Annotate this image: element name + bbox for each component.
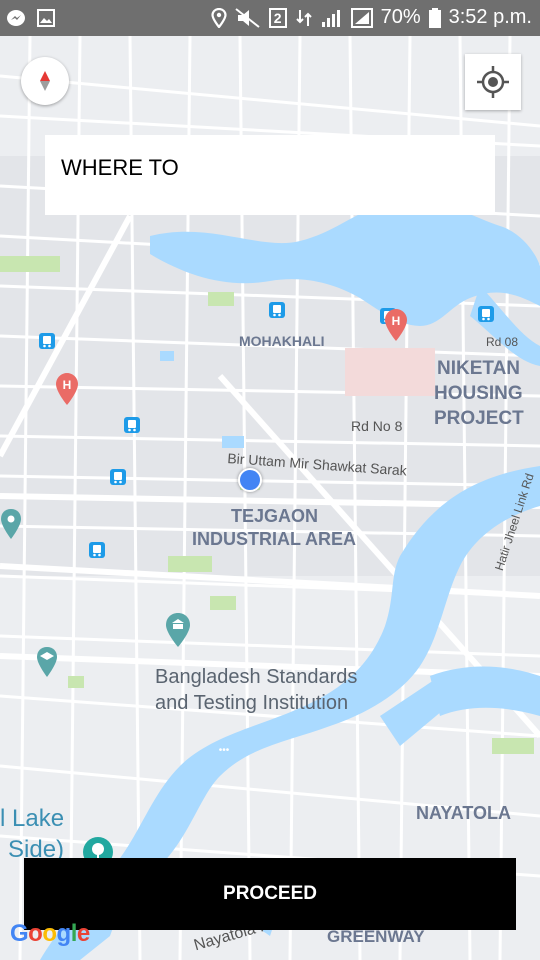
area-label-tejgaon-1: TEJGAON (231, 506, 319, 526)
svg-text:H: H (392, 314, 401, 328)
poi-label-bsti-2: and Testing Institution (155, 692, 349, 714)
location-status-icon (211, 7, 227, 28)
poi-label-bsti-1: Bangladesh Standards (155, 666, 358, 688)
area-label-niketan-1: NIKETAN (437, 358, 521, 379)
gallery-icon (37, 9, 55, 27)
my-location-button[interactable] (465, 54, 521, 110)
hospital-pin-icon[interactable]: H (384, 308, 408, 342)
area-label-niketan-3: PROJECT (434, 408, 524, 429)
area-label-tejgaon-2: INDUSTRIAL AREA (192, 529, 357, 549)
hospital-pin-icon[interactable]: H (55, 372, 79, 406)
mute-icon (235, 7, 260, 28)
institution-pin-icon[interactable] (165, 612, 191, 648)
signal-icon (321, 9, 340, 27)
bus-stop-icon[interactable] (110, 469, 126, 485)
where-to-search-box[interactable]: WHERE TO (45, 135, 495, 215)
water-label-lake-1: l Lake (0, 805, 65, 832)
current-location-dot (238, 468, 262, 492)
battery-percent: 70% (380, 6, 421, 28)
bus-stop-icon[interactable] (478, 306, 494, 322)
data-transfer-icon (295, 9, 312, 26)
messenger-icon (7, 10, 25, 26)
battery-icon (428, 7, 441, 28)
area-label-greenway: GREENWAY (327, 927, 425, 946)
place-pin-icon[interactable] (0, 508, 22, 540)
proceed-label: PROCEED (223, 883, 317, 904)
bus-stop-icon[interactable] (124, 417, 140, 433)
bus-stop-icon[interactable] (39, 333, 55, 349)
area-label-nayatola: NAYATOLA (416, 803, 512, 823)
bus-stop-icon[interactable] (269, 302, 285, 318)
school-pin-icon[interactable] (36, 646, 58, 678)
compass-button[interactable] (21, 57, 69, 105)
signal-2-icon (350, 7, 373, 28)
bus-stop-icon[interactable] (89, 542, 105, 558)
where-to-label: WHERE TO (61, 155, 179, 180)
area-label-mohakhali: MOHAKHALI (239, 333, 325, 349)
proceed-button[interactable]: PROCEED (24, 858, 516, 930)
road-label-rdno8: Rd No 8 (351, 418, 403, 434)
crosshair-icon (477, 66, 509, 98)
sim-badge: 2 (268, 7, 287, 28)
clock: 3:52 p.m. (448, 6, 532, 28)
more-poi-icon: ••• (215, 746, 233, 756)
svg-text:H: H (63, 378, 72, 392)
compass-icon (40, 71, 50, 91)
road-label-rd08: Rd 08 (486, 335, 519, 349)
area-label-niketan-2: HOUSING (434, 383, 523, 404)
google-logo: Google (10, 920, 90, 947)
status-bar: 2 70% 3:52 p.m. (0, 0, 540, 36)
